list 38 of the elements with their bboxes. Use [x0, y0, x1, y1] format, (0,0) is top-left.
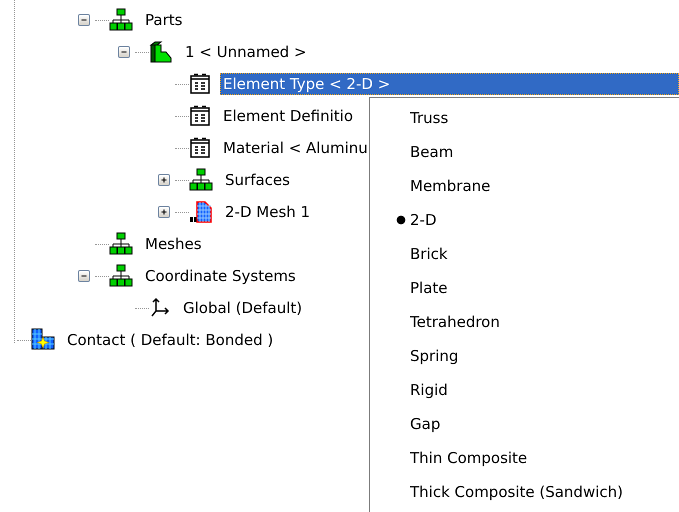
menu-item[interactable]: Beam: [370, 135, 679, 169]
contact-icon: [31, 328, 55, 352]
hierarchy-icon: [109, 264, 133, 288]
menu-item[interactable]: Spring: [370, 339, 679, 373]
hierarchy-icon: [189, 168, 213, 192]
axes-icon: [149, 297, 171, 319]
expand-button[interactable]: [158, 206, 170, 218]
mesh-icon: [189, 200, 213, 224]
collapse-button[interactable]: [118, 46, 130, 58]
menu-item[interactable]: Plate: [370, 271, 679, 305]
tree-item[interactable]: Surfaces: [222, 169, 293, 191]
collapse-button[interactable]: [78, 14, 90, 26]
tree-item[interactable]: Contact ( Default: Bonded ): [64, 329, 276, 351]
part-icon: [149, 40, 173, 64]
table-sheet-icon: [189, 73, 211, 95]
tree-item[interactable]: Material < Aluminu: [220, 137, 371, 159]
tree-item[interactable]: Meshes: [142, 233, 205, 255]
hierarchy-icon: [109, 8, 133, 32]
table-sheet-icon: [189, 105, 211, 127]
tree-item[interactable]: Element Type < 2-D >: [220, 73, 679, 95]
collapse-button[interactable]: [78, 270, 90, 282]
tree-item[interactable]: Global (Default): [180, 297, 306, 319]
tree-item[interactable]: Coordinate Systems: [142, 265, 299, 287]
table-sheet-icon: [189, 137, 211, 159]
hierarchy-icon: [109, 232, 133, 256]
menu-item[interactable]: Truss: [370, 101, 679, 135]
menu-item[interactable]: Gap: [370, 407, 679, 441]
menu-item[interactable]: Tetrahedron: [370, 305, 679, 339]
tree-item[interactable]: 2-D Mesh 1: [222, 201, 314, 223]
menu-item[interactable]: Thin Composite: [370, 441, 679, 475]
tree-item[interactable]: Element Definitio: [220, 105, 356, 127]
expand-button[interactable]: [158, 174, 170, 186]
tree-item[interactable]: Parts: [142, 9, 186, 31]
menu-item[interactable]: Rigid: [370, 373, 679, 407]
menu-item[interactable]: Brick: [370, 237, 679, 271]
tree-item[interactable]: 1 < Unnamed >: [182, 41, 310, 63]
menu-item[interactable]: Thick Composite (Sandwich): [370, 475, 679, 509]
menu-item[interactable]: Membrane: [370, 169, 679, 203]
